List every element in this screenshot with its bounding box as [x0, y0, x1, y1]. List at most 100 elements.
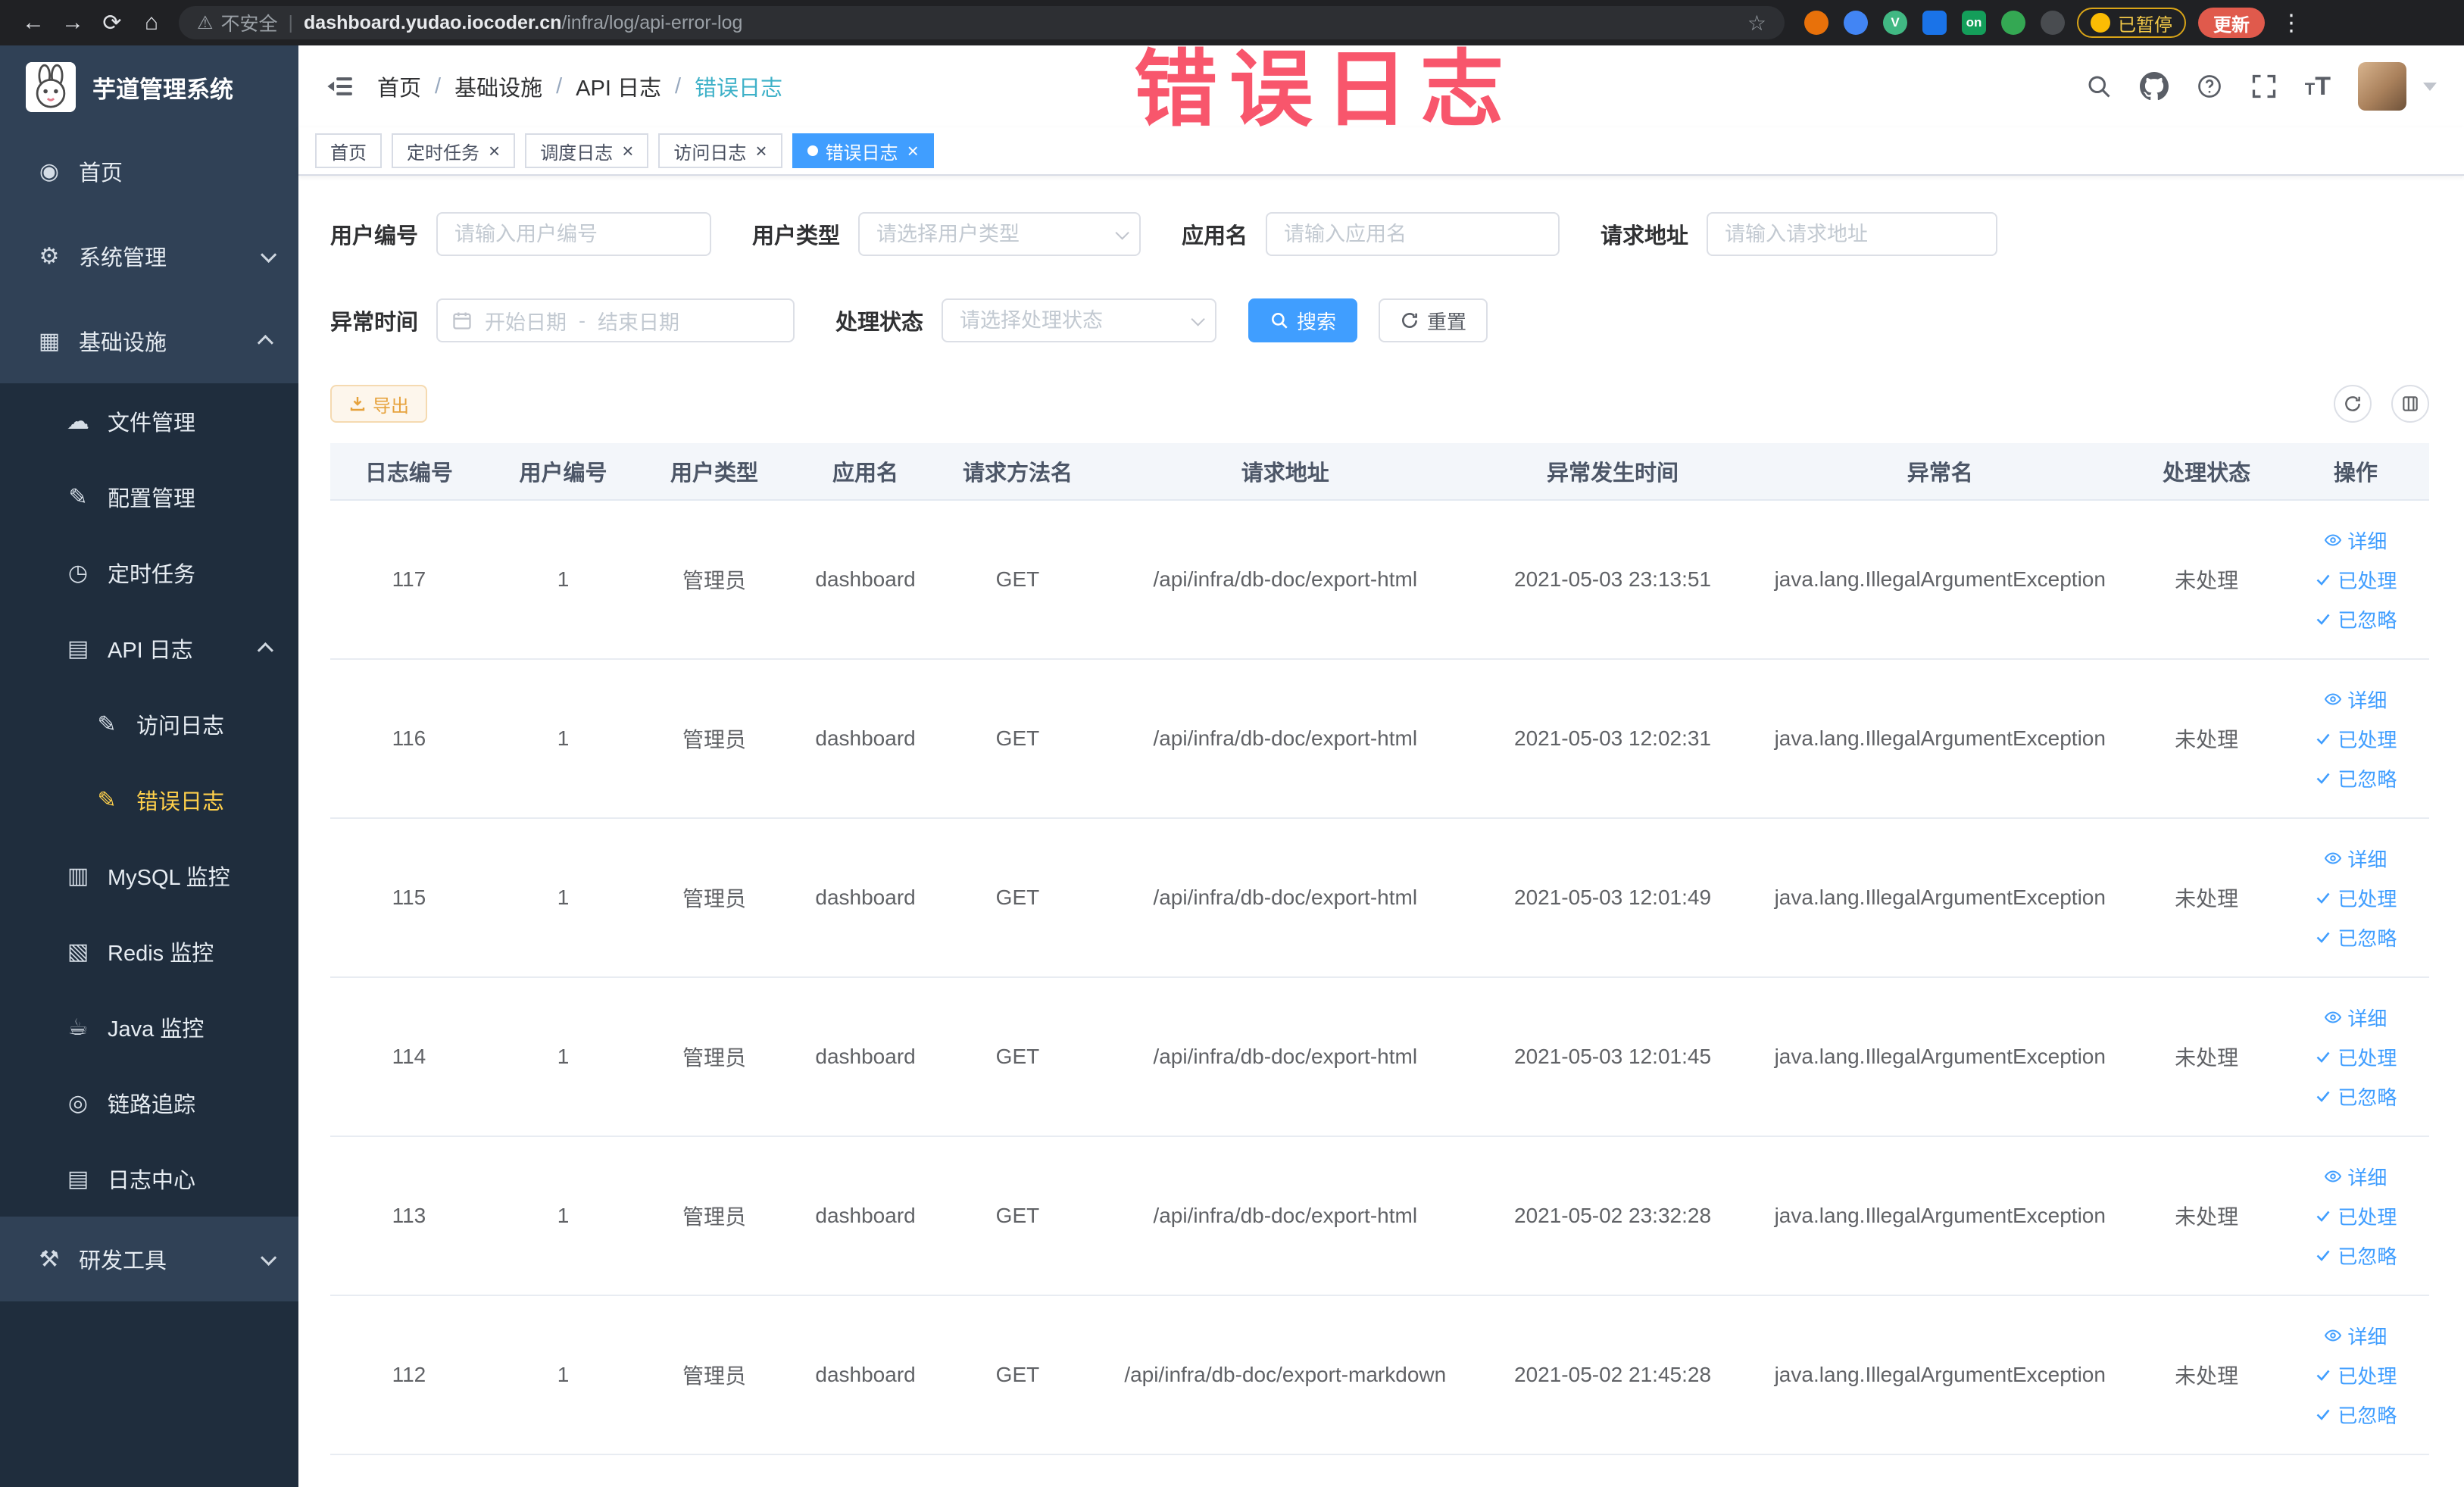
extension-orange-icon[interactable] [1804, 11, 1828, 35]
ignored-action[interactable]: 已忽略 [2314, 1082, 2397, 1111]
menu-item-label: 研发工具 [79, 1249, 167, 1273]
tab-job-log[interactable]: 调度日志 × [525, 133, 649, 168]
breadcrumb-item[interactable]: 首页 [377, 70, 421, 102]
sidebar-item-access-log[interactable]: ✎ 访问日志 [0, 686, 298, 762]
breadcrumb-item[interactable]: API 日志 [576, 70, 661, 102]
reset-button[interactable]: 重置 [1379, 298, 1488, 342]
cell-url: /api/infra/db-doc/export-html [1153, 726, 1418, 750]
search-icon[interactable] [2085, 73, 2113, 100]
tab-home[interactable]: 首页 [315, 133, 382, 168]
sidebar-item-infra[interactable]: ▦ 基础设施 [0, 298, 298, 383]
ignored-action[interactable]: 已忽略 [2314, 923, 2397, 951]
cell-time: 2021-05-03 12:01:49 [1514, 886, 1712, 909]
sidebar-item-error-log[interactable]: ✎ 错误日志 [0, 762, 298, 838]
tab-close-icon[interactable]: × [907, 141, 919, 161]
sidebar-item-tools[interactable]: ⚒ 研发工具 [0, 1217, 298, 1301]
ignored-action[interactable]: 已忽略 [2314, 764, 2397, 792]
tab-access-log[interactable]: 访问日志 × [658, 133, 782, 168]
fullscreen-icon[interactable] [2250, 73, 2278, 100]
user-type-select-input[interactable] [858, 212, 1141, 256]
processed-action[interactable]: 已处理 [2314, 884, 2397, 912]
detail-action[interactable]: 详细 [2324, 1163, 2387, 1191]
switchyomega-on-icon[interactable]: on [1962, 11, 1986, 35]
cell-method: GET [995, 1204, 1040, 1227]
reload-icon[interactable]: ⟳ [92, 5, 132, 41]
sidebar-item-log-center[interactable]: ▤ 日志中心 [0, 1141, 298, 1217]
extension-blue-icon[interactable] [1844, 11, 1868, 35]
tab-job[interactable]: 定时任务 × [392, 133, 516, 168]
home-icon[interactable]: ⌂ [132, 5, 171, 41]
sidebar-item-redis[interactable]: ▧ Redis 监控 [0, 914, 298, 989]
font-size-icon[interactable]: TT [2305, 72, 2331, 102]
sidebar-item-trace[interactable]: ◎ 链路追踪 [0, 1065, 298, 1141]
detail-action[interactable]: 详细 [2324, 686, 2387, 714]
cell-user_type: 管理员 [682, 1046, 747, 1070]
search-button[interactable]: 搜索 [1248, 298, 1358, 342]
sidebar-item-file[interactable]: ☁ 文件管理 [0, 383, 298, 459]
sidebar-item-config[interactable]: ✎ 配置管理 [0, 459, 298, 535]
column-settings-icon[interactable] [2391, 385, 2429, 423]
breadcrumb-separator: / [435, 73, 442, 98]
user-avatar[interactable] [2358, 62, 2406, 111]
refresh-icon[interactable] [2334, 385, 2372, 423]
user-id-input[interactable] [436, 212, 712, 256]
chevron-down-icon[interactable] [2423, 82, 2437, 91]
help-icon[interactable] [2196, 73, 2223, 100]
cell-url: /api/infra/db-doc/export-html [1153, 567, 1418, 591]
sidebar-item-job[interactable]: ◷ 定时任务 [0, 535, 298, 611]
column-header: 请求方法名 [962, 461, 1073, 486]
app-title: 芋道管理系统 [92, 76, 233, 103]
user-type-select[interactable] [858, 212, 1141, 256]
ignored-action[interactable]: 已忽略 [2314, 1242, 2397, 1270]
profile-paused-badge[interactable]: 已暂停 [2077, 8, 2186, 38]
sidebar-toggle-icon[interactable] [326, 72, 354, 101]
cell-status: 未处理 [2175, 1205, 2239, 1229]
ignored-action[interactable]: 已忽略 [2314, 1401, 2397, 1429]
header-actions: TT [2085, 62, 2437, 111]
cell-app: dashboard [815, 567, 916, 591]
request-url-input[interactable] [1707, 212, 1998, 256]
cell-status: 未处理 [2175, 1046, 2239, 1070]
tab-close-icon[interactable]: × [622, 141, 633, 161]
tab-close-icon[interactable]: × [489, 141, 500, 161]
detail-action[interactable]: 详细 [2324, 1322, 2387, 1350]
detail-action[interactable]: 详细 [2324, 845, 2387, 873]
processed-action[interactable]: 已处理 [2314, 1043, 2397, 1071]
address-bar[interactable]: ⚠ 不安全 | dashboard.yudao.iocoder.cn/infra… [179, 6, 1785, 39]
extension-paw-icon[interactable] [2041, 11, 2065, 35]
app-name-input[interactable] [1266, 212, 1560, 256]
github-icon[interactable] [2139, 72, 2169, 101]
breadcrumb-item[interactable]: 基础设施 [454, 70, 542, 102]
exception-time-range-picker[interactable]: 开始日期 - 结束日期 [436, 298, 795, 342]
sidebar-item-system[interactable]: ⚙ 系统管理 [0, 214, 298, 298]
logo-row[interactable]: 芋道管理系统 [0, 45, 298, 129]
browser-update-button[interactable]: 更新 [2198, 8, 2265, 38]
processed-action[interactable]: 已处理 [2314, 1202, 2397, 1230]
sidebar-item-home[interactable]: ◉ 首页 [0, 129, 298, 214]
chevron-down-icon [261, 246, 277, 263]
sidebar-item-api-log[interactable]: ▤ API 日志 [0, 611, 298, 686]
sidebar-item-java[interactable]: ☕ Java 监控 [0, 989, 298, 1065]
process-status-select-input[interactable] [942, 298, 1217, 342]
export-button[interactable]: 导出 [330, 385, 427, 423]
tab-close-icon[interactable]: × [755, 141, 767, 161]
menu-item-label: 日志中心 [108, 1169, 196, 1193]
extension-grid-icon[interactable] [1922, 11, 1947, 35]
back-icon[interactable]: ← [14, 5, 53, 41]
browser-menu-icon[interactable]: ⋮ [2275, 10, 2307, 36]
ignored-action[interactable]: 已忽略 [2314, 605, 2397, 633]
forward-icon[interactable]: → [53, 5, 92, 41]
column-header: 用户编号 [519, 461, 607, 486]
detail-action[interactable]: 详细 [2324, 526, 2387, 555]
process-status-select[interactable] [942, 298, 1217, 342]
bookmark-star-icon[interactable]: ☆ [1747, 11, 1766, 36]
vue-devtools-icon[interactable]: V [1883, 11, 1907, 35]
tab-error-log[interactable]: 错误日志 × [792, 133, 934, 168]
cell-time: 2021-05-03 12:01:45 [1514, 1045, 1712, 1068]
sidebar-item-mysql[interactable]: ▥ MySQL 监控 [0, 838, 298, 914]
processed-action[interactable]: 已处理 [2314, 566, 2397, 594]
detail-action[interactable]: 详细 [2324, 1004, 2387, 1032]
processed-action[interactable]: 已处理 [2314, 1361, 2397, 1389]
processed-action[interactable]: 已处理 [2314, 725, 2397, 753]
extension-leaf-icon[interactable] [2001, 11, 2025, 35]
